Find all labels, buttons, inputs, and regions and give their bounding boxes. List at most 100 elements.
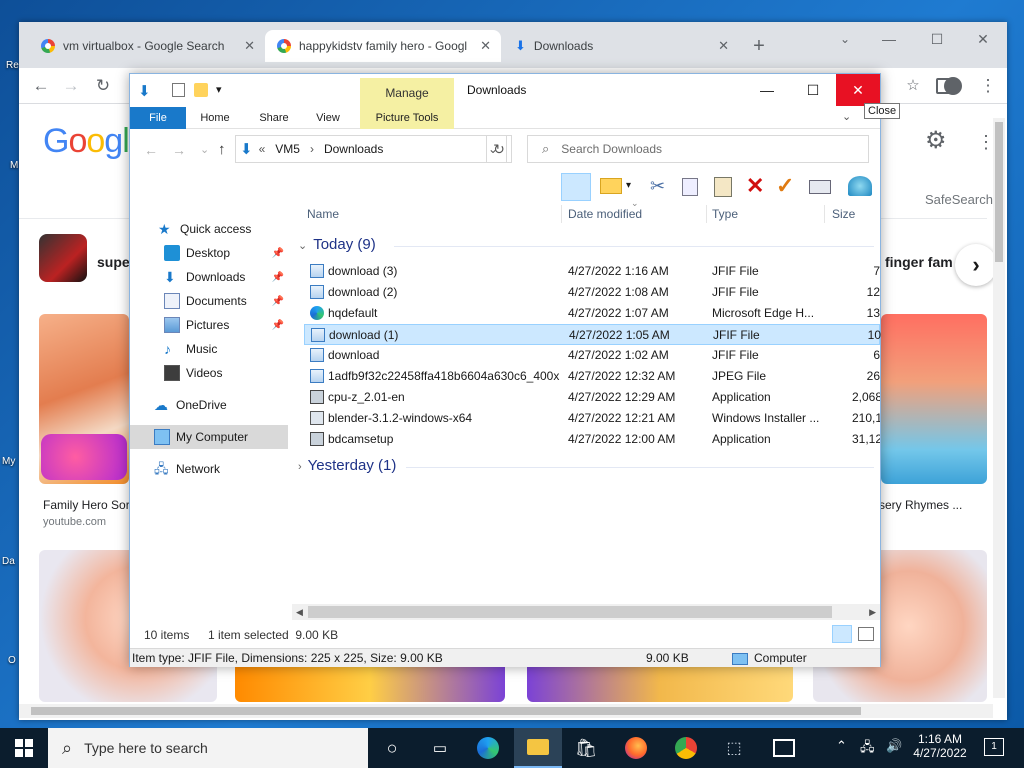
- tab-view[interactable]: View: [306, 107, 350, 129]
- nav-downloads[interactable]: ⬇ Downloads 📌: [130, 265, 288, 289]
- maximize-icon[interactable]: ☐: [917, 26, 957, 52]
- desktop-icon-label[interactable]: M: [10, 160, 18, 171]
- shell-icon[interactable]: [848, 176, 872, 196]
- column-header-type[interactable]: Type: [712, 201, 738, 227]
- desktop-icon-label[interactable]: Da: [2, 556, 15, 567]
- back-icon[interactable]: ←: [144, 142, 158, 158]
- close-icon[interactable]: ✕: [836, 74, 880, 106]
- chevron-right-icon[interactable]: ›: [955, 244, 997, 286]
- change-view-icon[interactable]: [600, 178, 622, 194]
- breadcrumb-overflow-icon[interactable]: «: [259, 142, 266, 156]
- chevron-right-icon[interactable]: ›: [310, 142, 314, 156]
- forward-icon[interactable]: →: [172, 142, 186, 158]
- search-box[interactable]: ⌕ Search Downloads: [527, 135, 869, 163]
- chip-thumbnail[interactable]: [39, 234, 87, 282]
- card-title[interactable]: sery Rhymes ...: [879, 498, 962, 512]
- clock[interactable]: 1:16 AM 4/27/2022: [910, 732, 970, 760]
- taskbar-search[interactable]: ⌕ Type here to search: [48, 728, 368, 768]
- chip-label[interactable]: finger fam: [885, 254, 953, 270]
- file-row[interactable]: hqdefault 4/27/2022 1:07 AM Microsoft Edge…: [304, 303, 880, 324]
- tab-downloads[interactable]: ⬇ Downloads ✕: [503, 30, 739, 62]
- scrollbar-thumb[interactable]: [995, 122, 1003, 262]
- horizontal-scrollbar[interactable]: ◀ ▶: [292, 604, 880, 620]
- close-tab-icon[interactable]: ✕: [718, 38, 729, 54]
- start-button[interactable]: [0, 728, 48, 768]
- close-tab-icon[interactable]: ✕: [244, 38, 255, 54]
- tab-happykidstv[interactable]: happykidstv family hero - Googl ✕: [265, 30, 501, 62]
- vertical-scrollbar[interactable]: [993, 118, 1005, 698]
- pin-icon[interactable]: 📌: [272, 248, 284, 259]
- column-header-name[interactable]: Name: [307, 201, 339, 227]
- firefox-icon[interactable]: [612, 728, 660, 768]
- tab-search-icon[interactable]: ⌄: [825, 26, 865, 52]
- file-row[interactable]: 1adfb9f32c22458ffa418b6604a630c6_400x...…: [304, 366, 880, 387]
- back-icon[interactable]: ←: [27, 72, 55, 100]
- file-row[interactable]: cpu-z_2.01-en 4/27/2022 12:29 AM Applicati…: [304, 387, 880, 408]
- paste-icon[interactable]: [714, 177, 732, 197]
- nav-quick-access[interactable]: ★ Quick access: [130, 217, 288, 241]
- chip-label[interactable]: supe: [97, 254, 130, 270]
- column-divider[interactable]: [824, 205, 825, 223]
- volume-icon[interactable]: 🔊: [886, 738, 902, 754]
- scroll-left-icon[interactable]: ◀: [296, 607, 303, 618]
- view-dropdown-icon[interactable]: ▾: [626, 180, 631, 191]
- video-thumbnail[interactable]: [235, 662, 505, 702]
- minimize-icon[interactable]: —: [869, 26, 909, 52]
- group-yesterday[interactable]: › Yesterday (1): [298, 457, 396, 474]
- desktop-icon-label[interactable]: O: [8, 655, 16, 666]
- file-row[interactable]: download 4/27/2022 1:02 AM JFIF File 6: [304, 345, 880, 366]
- large-icons-view-icon[interactable]: [858, 627, 874, 641]
- store-icon[interactable]: 🛍: [562, 728, 610, 768]
- reload-icon[interactable]: ↻: [89, 72, 117, 100]
- tab-vm-virtualbox[interactable]: vm virtualbox - Google Search ✕: [29, 30, 265, 62]
- maximize-icon[interactable]: ☐: [790, 74, 836, 106]
- breadcrumb-downloads[interactable]: Downloads: [324, 142, 383, 156]
- refresh-icon[interactable]: ↻: [486, 135, 512, 163]
- file-row[interactable]: download (1) 4/27/2022 1:05 AM JFIF File 10: [304, 324, 881, 345]
- close-tab-icon[interactable]: ✕: [480, 38, 491, 54]
- desktop-icon-label[interactable]: My: [2, 456, 15, 467]
- forward-icon[interactable]: →: [57, 72, 85, 100]
- group-today[interactable]: ⌄ Today (9): [298, 236, 376, 253]
- manage-tab[interactable]: Manage: [360, 78, 454, 107]
- nav-documents[interactable]: Documents 📌: [130, 289, 288, 313]
- file-row[interactable]: blender-3.1.2-windows-x64 4/27/2022 12:21…: [304, 408, 880, 429]
- video-thumbnail[interactable]: [527, 662, 793, 702]
- more-menu-icon[interactable]: ⋮: [974, 72, 1002, 100]
- properties-icon[interactable]: ⬇: [138, 82, 151, 100]
- profile-avatar[interactable]: [944, 77, 962, 95]
- column-divider[interactable]: [561, 205, 562, 223]
- tab-home[interactable]: Home: [192, 107, 238, 129]
- scrollbar-thumb[interactable]: [308, 606, 832, 618]
- nav-desktop[interactable]: Desktop 📌: [130, 241, 288, 265]
- cortana-icon[interactable]: ○: [368, 728, 416, 768]
- notification-icon[interactable]: 1: [984, 738, 1004, 756]
- edge-icon[interactable]: [464, 728, 512, 768]
- nav-videos[interactable]: Videos: [130, 361, 288, 385]
- delete-icon[interactable]: ✕: [746, 173, 764, 199]
- pin-icon[interactable]: 📌: [272, 296, 284, 307]
- desktop-icon-label[interactable]: Re: [6, 60, 19, 71]
- rename-check-icon[interactable]: ✓: [776, 173, 794, 199]
- file-row[interactable]: bdcamsetup 4/27/2022 12:00 AM Application 3…: [304, 429, 880, 450]
- cut-icon[interactable]: ✂: [650, 176, 665, 197]
- tab-file[interactable]: File: [130, 107, 186, 129]
- up-icon[interactable]: ↑: [218, 141, 226, 158]
- recent-locations-icon[interactable]: ⌄: [200, 143, 209, 156]
- virtualbox-icon[interactable]: ⬚: [710, 728, 758, 768]
- quick-access-icon[interactable]: [172, 83, 185, 97]
- chrome-icon[interactable]: [662, 728, 710, 768]
- scrollbar-thumb[interactable]: [31, 707, 861, 715]
- properties-card-icon[interactable]: [809, 180, 831, 194]
- tray-overflow-icon[interactable]: ⌃: [836, 738, 847, 754]
- file-row[interactable]: download (3) 4/27/2022 1:16 AM JFIF File 7: [304, 261, 880, 282]
- nav-my-computer[interactable]: My Computer: [130, 425, 288, 449]
- column-header-size[interactable]: Size: [832, 201, 855, 227]
- network-status-icon[interactable]: 🖧: [860, 738, 875, 760]
- nav-pictures[interactable]: Pictures 📌: [130, 313, 288, 337]
- minimize-icon[interactable]: —: [744, 74, 790, 106]
- new-folder-icon[interactable]: [194, 83, 208, 97]
- address-bar[interactable]: ⬇ « VM5 › Downloads ⌄: [235, 135, 507, 163]
- settings-gear-icon[interactable]: ⚙: [925, 128, 951, 154]
- tab-share[interactable]: Share: [250, 107, 298, 129]
